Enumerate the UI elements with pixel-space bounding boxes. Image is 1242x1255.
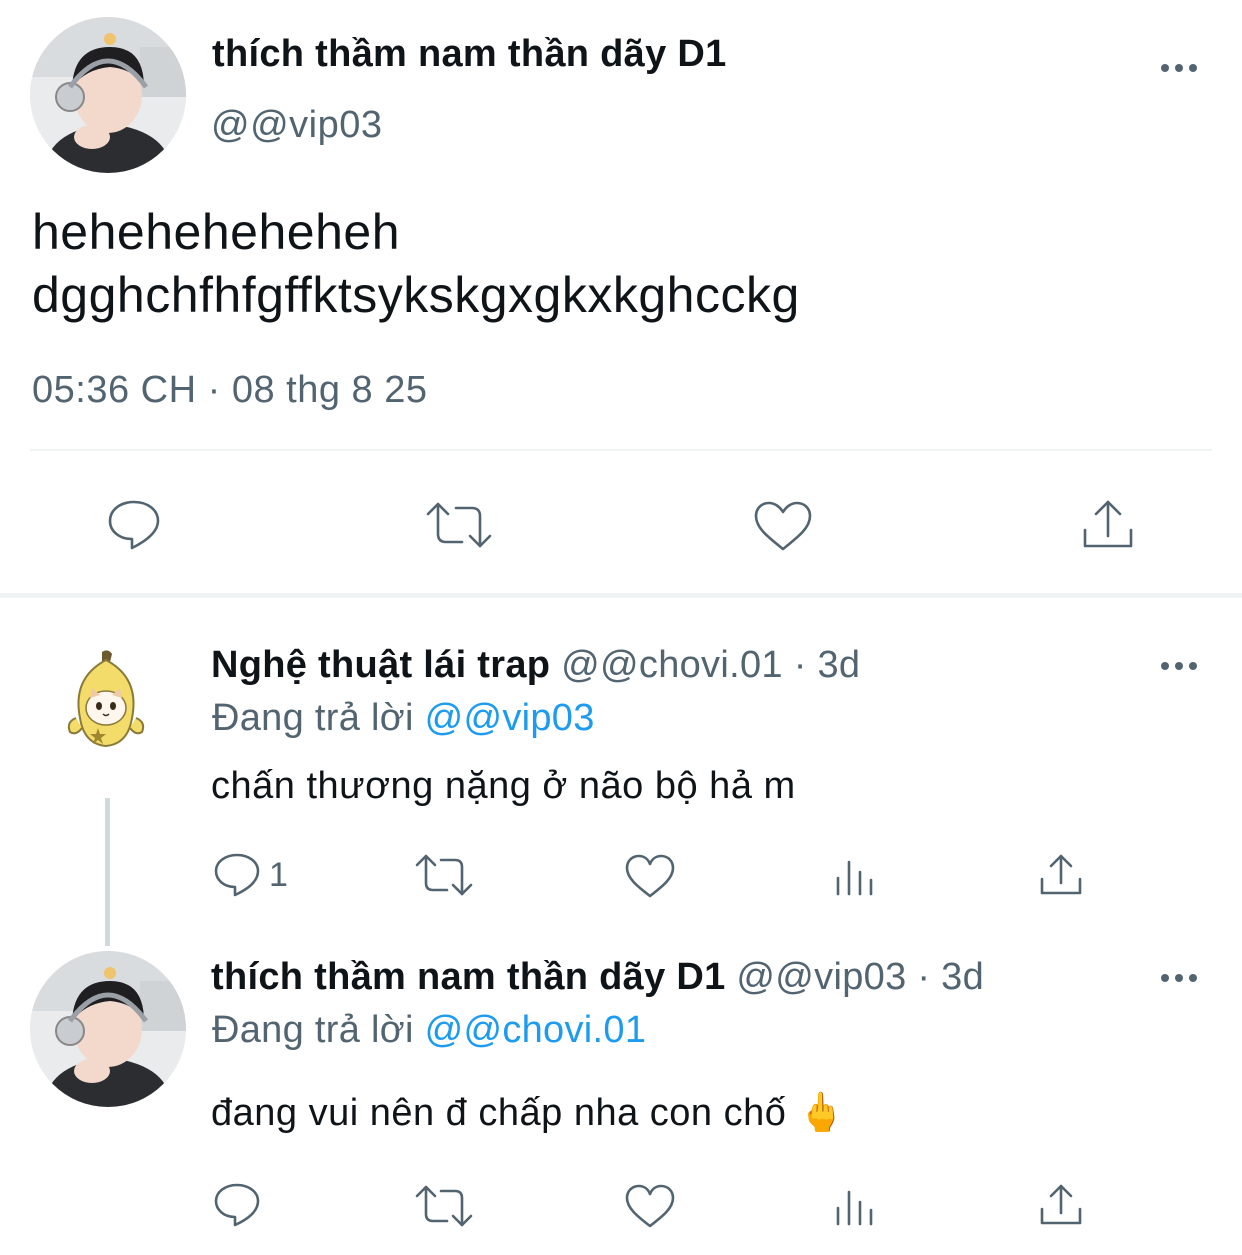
reply-text-content: đang vui nên đ chấp nha con chố <box>211 1092 787 1134</box>
avatar[interactable] <box>30 17 186 173</box>
user-handle[interactable]: @@chovi.01 <box>561 644 783 686</box>
avatar-photo <box>30 951 186 1107</box>
display-name[interactable]: thích thầm nam thần dãy D1 <box>212 33 727 76</box>
tweet-text-line-2: dgghchfhfgffktsykskgxgkxkghcckg <box>32 267 800 323</box>
retweet-button[interactable] <box>414 853 474 897</box>
reply-age: · 3d <box>793 644 861 686</box>
retweet-button[interactable] <box>424 500 494 550</box>
share-icon <box>1040 1184 1082 1225</box>
retweet-icon <box>415 1185 473 1227</box>
reply-age: · 3d <box>917 956 985 998</box>
like-button[interactable] <box>624 853 676 899</box>
share-button[interactable] <box>1038 1183 1084 1227</box>
like-icon <box>754 501 812 551</box>
share-icon <box>1083 500 1133 548</box>
tweet-date: 08 thg 8 25 <box>231 369 428 411</box>
tweet-time: 05:36 CH <box>32 369 197 411</box>
banana-cat-avatar <box>67 650 145 748</box>
views-icon <box>836 860 873 896</box>
timestamp-separator: · <box>207 369 221 411</box>
reply-icon <box>214 853 260 897</box>
divider <box>30 449 1212 451</box>
replying-to-label: Đang trả lời <box>212 1009 414 1051</box>
reply-button[interactable] <box>213 1182 261 1228</box>
like-button[interactable] <box>752 499 814 553</box>
reply-icon <box>214 1183 260 1227</box>
reply-header: thích thầm nam thần dãy D1 @@vip03 · 3d <box>211 956 984 999</box>
more-options-icon[interactable] <box>1155 968 1203 988</box>
like-icon <box>625 1184 675 1228</box>
reply-header: Nghệ thuật lái trap @@chovi.01 · 3d <box>211 644 860 687</box>
reply-button[interactable] <box>106 498 162 552</box>
replying-to-handle[interactable]: @@vip03 <box>425 697 595 739</box>
like-icon <box>625 854 675 898</box>
share-button[interactable] <box>1080 498 1136 552</box>
replying-to-label: Đang trả lời <box>212 697 414 739</box>
reply-button[interactable]: 1 <box>213 852 288 898</box>
like-button[interactable] <box>624 1183 676 1229</box>
avatar-photo <box>30 17 186 173</box>
display-name[interactable]: thích thầm nam thần dãy D1 <box>211 956 726 998</box>
reply-text: đang vui nên đ chấp nha con chố 🖕 <box>211 1091 845 1135</box>
middle-finger-emoji: 🖕 <box>797 1092 846 1134</box>
user-handle[interactable]: @@vip03 <box>736 956 906 998</box>
retweet-button[interactable] <box>414 1184 474 1228</box>
reply-count: 1 <box>269 855 288 894</box>
reply-text: chấn thương nặng ở não bộ hả m <box>211 765 796 807</box>
thread-line <box>105 798 110 946</box>
replying-to: Đang trả lời @@chovi.01 <box>212 1009 646 1052</box>
views-button[interactable] <box>834 856 878 898</box>
share-button[interactable] <box>1038 853 1084 897</box>
retweet-icon <box>415 854 473 896</box>
reply-icon <box>108 500 160 550</box>
tweet-timestamp[interactable]: 05:36 CH · 08 thg 8 25 <box>32 369 428 412</box>
more-options-icon[interactable] <box>1155 656 1203 676</box>
tweet-text-line-1: heheheheheheh <box>32 204 400 260</box>
replying-to-handle[interactable]: @@chovi.01 <box>425 1009 647 1051</box>
display-name[interactable]: Nghệ thuật lái trap <box>211 644 550 686</box>
views-button[interactable] <box>834 1186 878 1228</box>
avatar[interactable] <box>30 951 186 1107</box>
retweet-icon <box>426 502 492 548</box>
more-options-icon[interactable] <box>1155 58 1203 78</box>
replying-to: Đang trả lời @@vip03 <box>212 697 595 740</box>
avatar[interactable] <box>62 648 152 752</box>
section-divider <box>0 593 1242 598</box>
views-icon <box>836 1190 873 1226</box>
share-icon <box>1040 854 1082 895</box>
user-handle[interactable]: @@vip03 <box>211 104 383 147</box>
